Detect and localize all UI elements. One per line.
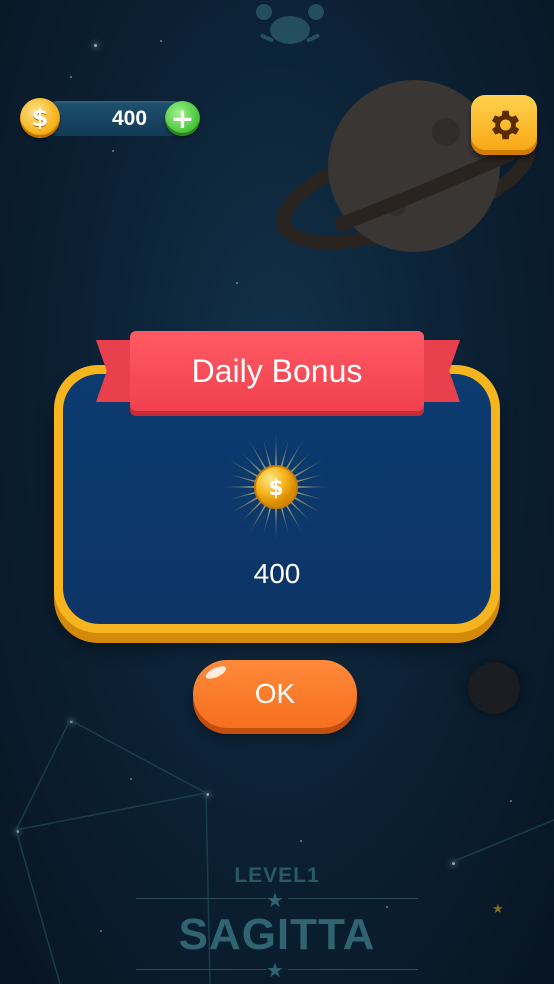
dollar-coin-icon: $ — [20, 98, 60, 138]
plus-icon: + — [170, 102, 195, 135]
star-icon: ★ — [266, 888, 284, 912]
ok-label: OK — [254, 678, 296, 709]
star-icon: ★ — [492, 902, 504, 917]
constellation-name: SAGITTA — [178, 910, 376, 959]
coin-dollar-symbol: $ — [268, 476, 283, 501]
divider-line — [288, 898, 418, 899]
gear-icon — [491, 110, 520, 140]
ok-button[interactable]: OK — [193, 660, 357, 728]
add-coins-button[interactable]: + — [165, 101, 200, 136]
moon-illustration — [468, 662, 520, 714]
coin-balance: 400 — [111, 107, 148, 130]
button-shine — [204, 663, 228, 682]
divider-line — [136, 898, 266, 899]
settings-button[interactable] — [471, 95, 537, 155]
divider-line — [136, 969, 266, 970]
title-ribbon: Daily Bonus — [130, 331, 424, 411]
divider-line — [288, 969, 418, 970]
shining-coin-icon: $ — [218, 429, 334, 545]
dollar-symbol: $ — [31, 104, 49, 132]
dialog-title: Daily Bonus — [191, 353, 363, 389]
bonus-amount: 400 — [253, 558, 301, 589]
star-icon: ★ — [266, 958, 284, 982]
level-label: LEVEL1 — [234, 864, 320, 887]
crab-constellation-icon — [256, 4, 324, 44]
